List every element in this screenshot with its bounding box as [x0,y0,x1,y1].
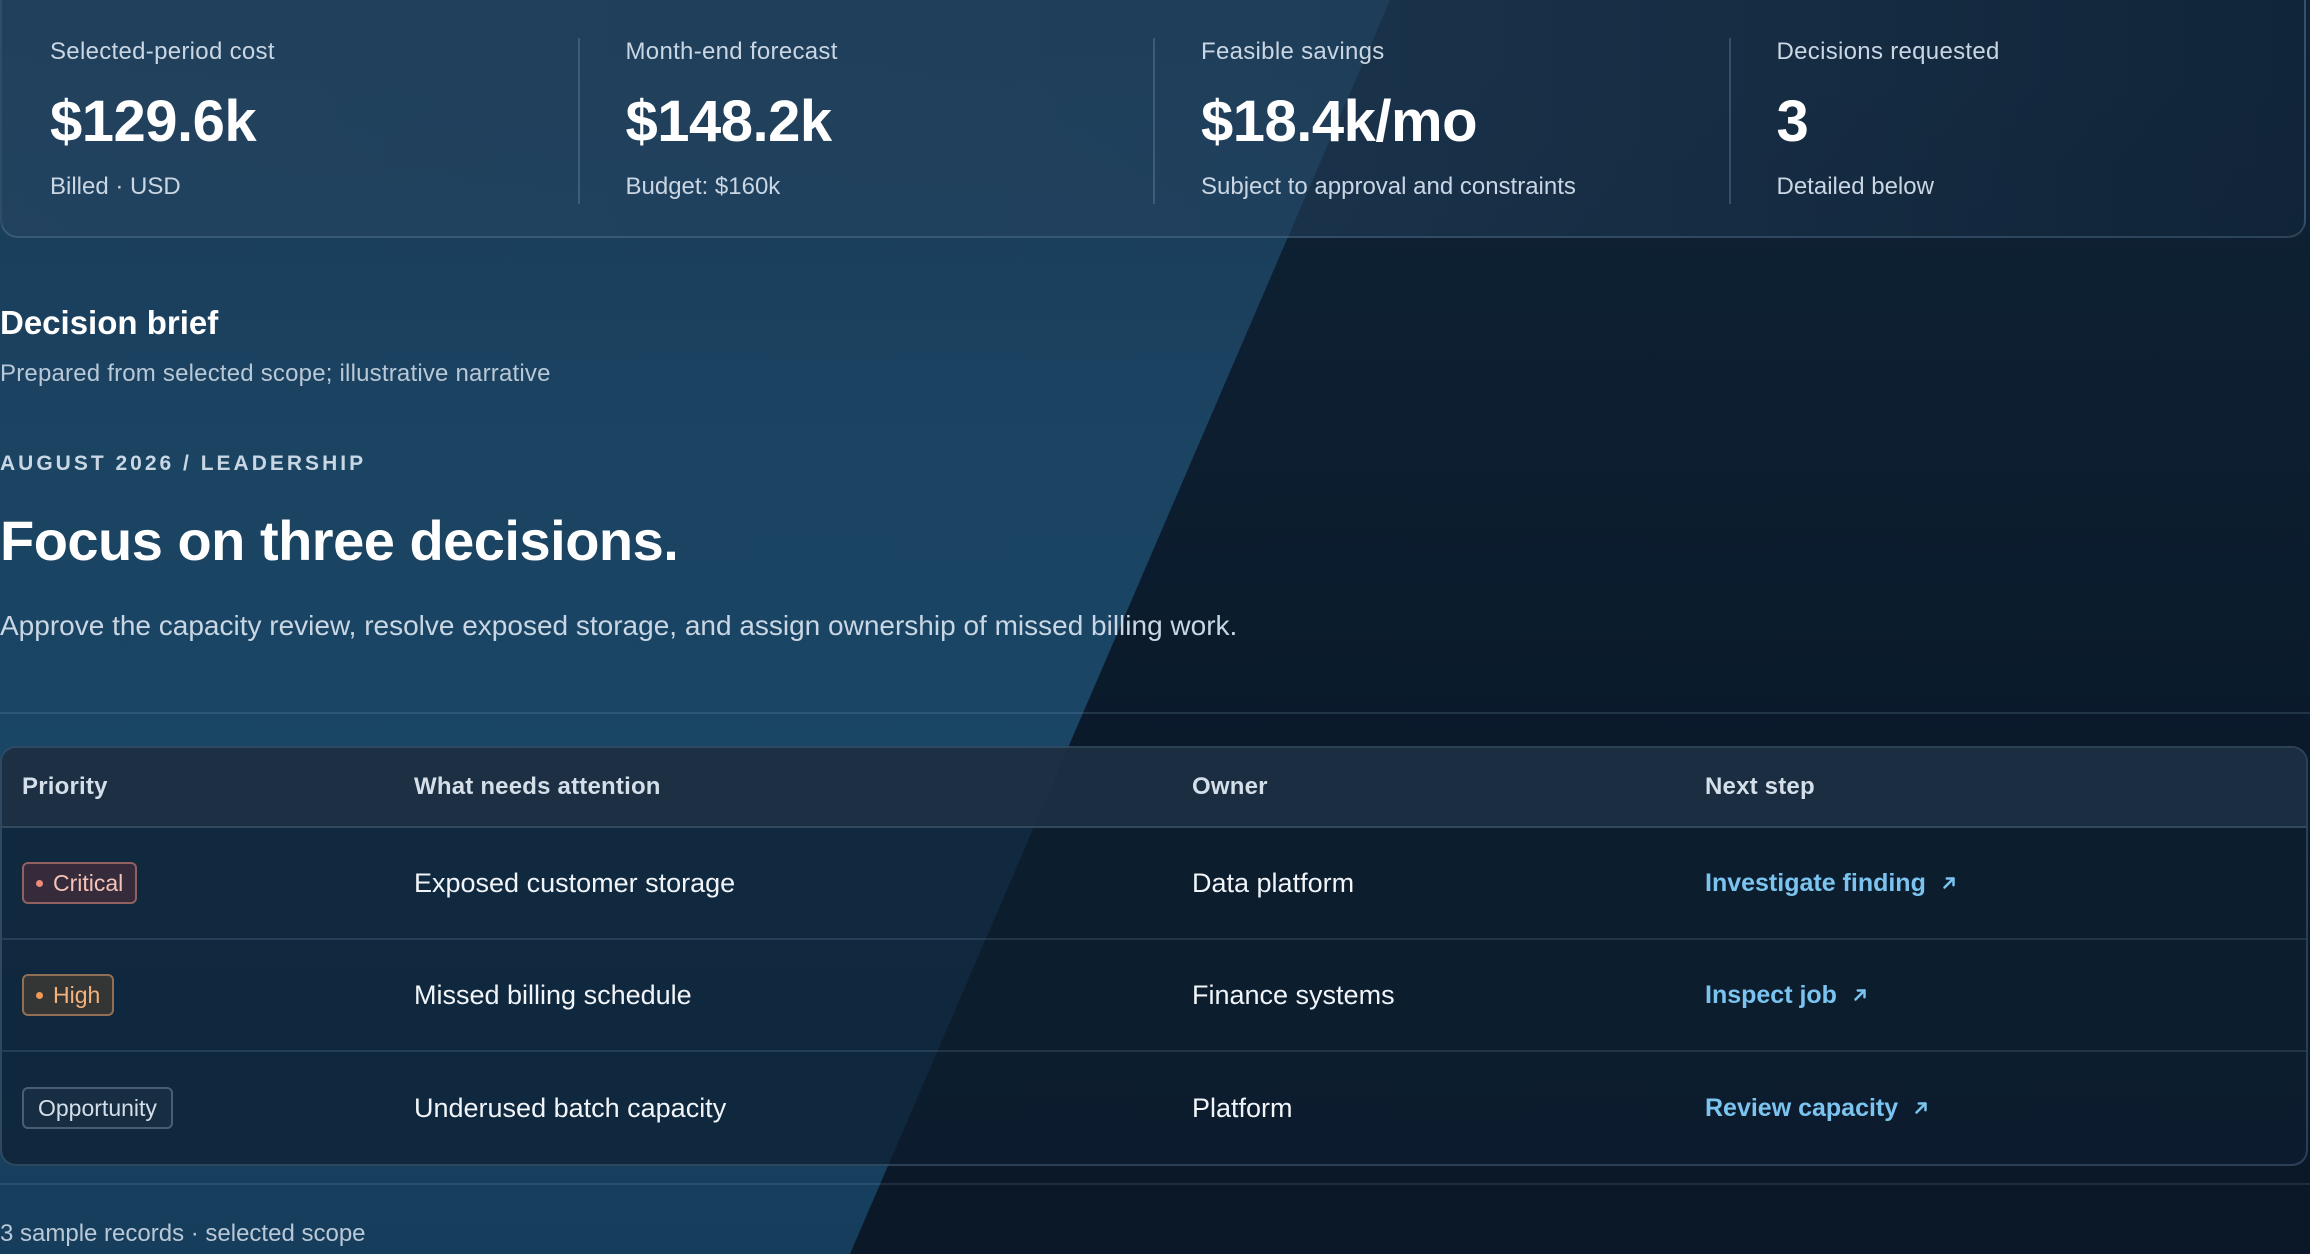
summary-text: Approve the capacity review, resolve exp… [0,610,1238,641]
next-step-cell: Review capacity [1705,1094,2306,1123]
section-subtitle: Prepared from selected scope; illustrati… [0,360,551,387]
kpi-selected-period-cost: Selected-period cost $129.6k Billed · US… [2,0,578,236]
kpi-value: $18.4k/mo [1201,89,1478,154]
priority-badge-opportunity: Opportunity [22,1087,173,1129]
kpi-value: 3 [1776,89,1809,154]
decisions-table: Priority What needs attention Owner Next… [0,746,2308,1166]
table-header-row: Priority What needs attention Owner Next… [2,748,2306,828]
table-row: High Missed billing schedule Finance sys… [2,940,2306,1052]
header-owner: Owner [1192,773,1268,800]
kpi-sub: Billed · USD [50,173,181,200]
kpi-label: Decisions requested [1776,38,2000,65]
kpi-decisions-requested: Decisions requested 3 Detailed below [1728,0,2305,236]
attention-cell: Missed billing schedule [414,979,692,1010]
dot-icon [36,991,43,999]
header-next-step: Next step [1705,773,1815,800]
table-row: Opportunity Underused batch capacity Pla… [2,1052,2306,1164]
attention-cell: Underused batch capacity [414,1092,727,1123]
header-priority: Priority [22,773,108,800]
owner-cell: Finance systems [1192,979,1395,1010]
divider [0,1183,2310,1185]
link-label: Investigate finding [1705,868,1926,897]
eyebrow-label: AUGUST 2026 / LEADERSHIP [0,452,367,475]
table-row: Critical Exposed customer storage Data p… [2,828,2306,940]
badge-label: Opportunity [38,1094,157,1121]
kpi-value: $148.2k [625,89,833,154]
priority-cell: Critical [2,862,414,904]
attention-cell: Exposed customer storage [414,867,736,898]
link-label: Inspect job [1705,980,1837,1009]
arrow-up-right-icon [1854,989,1866,1001]
kpi-label: Selected-period cost [50,38,275,65]
kpi-sub: Detailed below [1776,173,1934,200]
priority-cell: High [2,974,414,1016]
section-title: Decision brief [0,304,219,341]
arrow-up-right-icon [1915,1102,1927,1114]
kpi-sub: Budget: $160k [625,173,781,200]
kpi-sub: Subject to approval and constraints [1201,173,1576,200]
dot-icon [36,879,43,887]
kpi-label: Feasible savings [1201,38,1385,65]
priority-badge-high: High [22,974,115,1016]
headline: Focus on three decisions. [0,509,679,572]
badge-label: High [53,981,101,1008]
kpi-value: $129.6k [50,89,257,154]
kpi-strip: Selected-period cost $129.6k Billed · US… [0,0,2306,238]
header-attention: What needs attention [414,773,661,800]
divider [0,712,2310,714]
arrow-up-right-icon [1943,877,1955,889]
footer-note: 3 sample records · selected scope [0,1220,366,1247]
review-capacity-link[interactable]: Review capacity [1705,1094,1930,1123]
next-step-cell: Investigate finding [1705,869,2306,898]
next-step-cell: Inspect job [1705,981,2306,1010]
investigate-finding-link[interactable]: Investigate finding [1705,869,1958,898]
owner-cell: Platform [1192,1092,1293,1123]
priority-badge-critical: Critical [22,862,138,904]
owner-cell: Data platform [1192,867,1355,898]
badge-label: Critical [53,869,124,896]
kpi-feasible-savings: Feasible savings $18.4k/mo Subject to ap… [1153,0,1729,236]
kpi-label: Month-end forecast [625,38,838,65]
kpi-month-end-forecast: Month-end forecast $148.2k Budget: $160k [577,0,1154,236]
link-label: Review capacity [1705,1093,1899,1122]
inspect-job-link[interactable]: Inspect job [1705,981,1869,1010]
priority-cell: Opportunity [2,1087,414,1129]
